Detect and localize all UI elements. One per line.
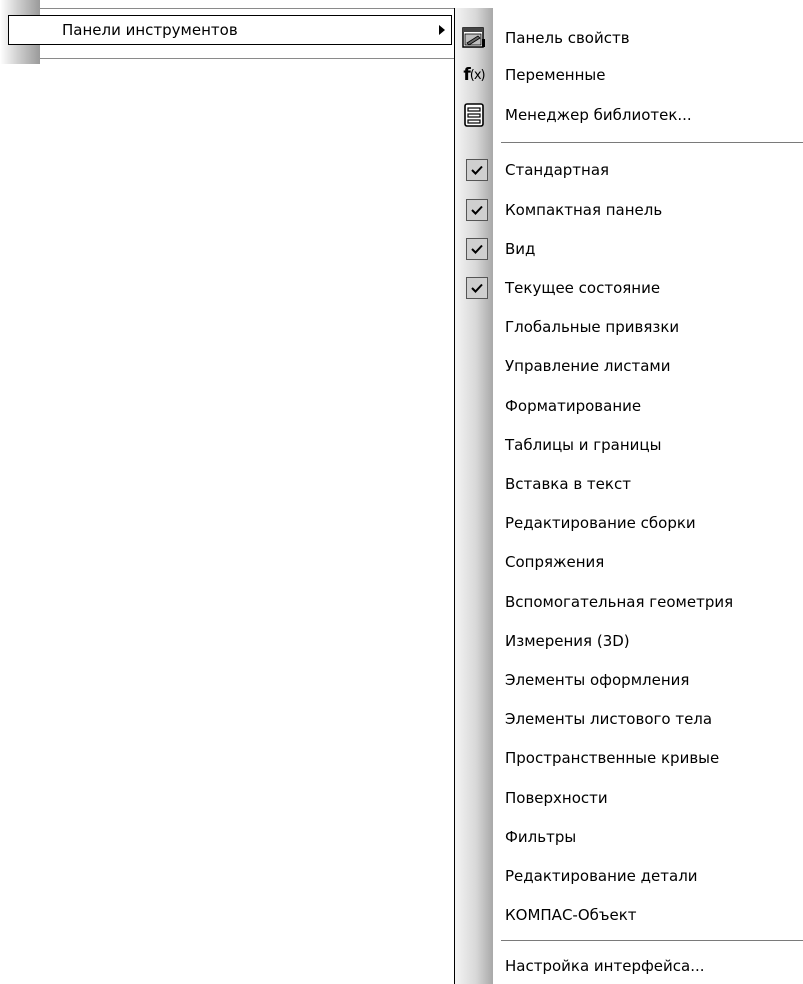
- menu-item-toolbar-surfaces[interactable]: Поверхности: [455, 783, 803, 813]
- menu-item-label: Вид: [505, 240, 536, 258]
- menu-item-toolbar-current-state[interactable]: Текущее состояние: [455, 273, 803, 303]
- menu-item-label: Компактная панель: [505, 201, 663, 219]
- menu-item-label: Фильтры: [505, 828, 577, 846]
- parent-menu: Панели инструментов: [0, 0, 454, 64]
- properties-panel-icon: [460, 26, 488, 50]
- checkmark-icon: [466, 159, 488, 181]
- menu-item-toolbar-view[interactable]: Вид: [455, 234, 803, 264]
- checkmark-icon: [466, 238, 488, 260]
- menu-item-label: Поверхности: [505, 789, 608, 807]
- library-manager-icon: [460, 103, 488, 127]
- menu-separator: [501, 142, 803, 143]
- menu-item-toolbar-sheet-metal[interactable]: Элементы листового тела: [455, 704, 803, 734]
- menu-item-toolbar-standard[interactable]: Стандартная: [455, 155, 803, 185]
- menu-item-label: Таблицы и границы: [505, 436, 662, 454]
- menu-item-label: Измерения (3D): [505, 632, 630, 650]
- menu-item-toolbar-annotation-elements[interactable]: Элементы оформления: [455, 665, 803, 695]
- checkmark-icon: [466, 277, 488, 299]
- menu-item-toolbar-mates[interactable]: Сопряжения: [455, 547, 803, 577]
- menu-item-toolbar-assembly-editing[interactable]: Редактирование сборки: [455, 508, 803, 538]
- menu-item-label: Пространственные кривые: [505, 749, 720, 767]
- menu-item-toolbar-auxiliary-geometry[interactable]: Вспомогательная геометрия: [455, 587, 803, 617]
- menu-item-label: КОМПАС-Объект: [505, 906, 637, 924]
- menu-item-toolbar-filters[interactable]: Фильтры: [455, 822, 803, 852]
- menu-item-label: Элементы оформления: [505, 671, 690, 689]
- parent-menu-top-border: [40, 8, 454, 9]
- menu-item-toolbar-compact[interactable]: Компактная панель: [455, 195, 803, 225]
- menu-item-label: Текущее состояние: [505, 279, 661, 297]
- menu-item-label: Стандартная: [505, 161, 610, 179]
- menu-item-toolbar-sheet-management[interactable]: Управление листами: [455, 351, 803, 381]
- menu-item-label: Форматирование: [505, 397, 642, 415]
- menu-item-label: Элементы листового тела: [505, 710, 713, 728]
- submenu-arrow-icon: [439, 25, 445, 35]
- menu-item-interface-settings[interactable]: Настройка интерфейса...: [455, 951, 803, 981]
- menu-item-label: Редактирование сборки: [505, 514, 696, 532]
- menu-item-variables[interactable]: f (x) Переменные: [455, 60, 803, 90]
- menu-item-label: Вспомогательная геометрия: [505, 593, 734, 611]
- fx-variables-icon: f (x): [463, 65, 485, 85]
- menu-item-properties-panel[interactable]: Панель свойств: [455, 23, 803, 53]
- menu-separator: [501, 940, 803, 941]
- menu-item-toolbar-insert-text[interactable]: Вставка в текст: [455, 469, 803, 499]
- menu-item-library-manager[interactable]: Менеджер библиотек...: [455, 100, 803, 130]
- menu-item-toolbar-space-curves[interactable]: Пространственные кривые: [455, 743, 803, 773]
- menu-item-toolbar-formatting[interactable]: Форматирование: [455, 391, 803, 421]
- menu-item-label: Глобальные привязки: [505, 318, 680, 336]
- menu-item-toolbar-measurements-3d[interactable]: Измерения (3D): [455, 626, 803, 656]
- menu-item-toolbar-tables-borders[interactable]: Таблицы и границы: [455, 430, 803, 460]
- checkmark-icon: [466, 199, 488, 221]
- menu-item-label: Управление листами: [505, 357, 671, 375]
- menu-item-toolbar-global-snaps[interactable]: Глобальные привязки: [455, 312, 803, 342]
- parent-menu-bottom-border: [40, 58, 454, 59]
- menu-item-label: Настройка интерфейса...: [505, 957, 705, 975]
- menu-item-label: Редактирование детали: [505, 867, 698, 885]
- menu-item-label: Менеджер библиотек...: [505, 106, 692, 124]
- menu-item-toolbars-label: Панели инструментов: [62, 21, 238, 39]
- menu-item-label: Панель свойств: [505, 29, 630, 47]
- menu-item-toolbar-kompas-object[interactable]: КОМПАС-Объект: [455, 900, 803, 930]
- menu-item-toolbars[interactable]: Панели инструментов: [8, 15, 452, 45]
- menu-item-label: Вставка в текст: [505, 475, 631, 493]
- menu-item-toolbar-part-editing[interactable]: Редактирование детали: [455, 861, 803, 891]
- toolbars-submenu: Панель свойств f (x) Переменные Менеджер …: [454, 8, 803, 984]
- menu-item-label: Переменные: [505, 66, 606, 84]
- menu-item-label: Сопряжения: [505, 553, 605, 571]
